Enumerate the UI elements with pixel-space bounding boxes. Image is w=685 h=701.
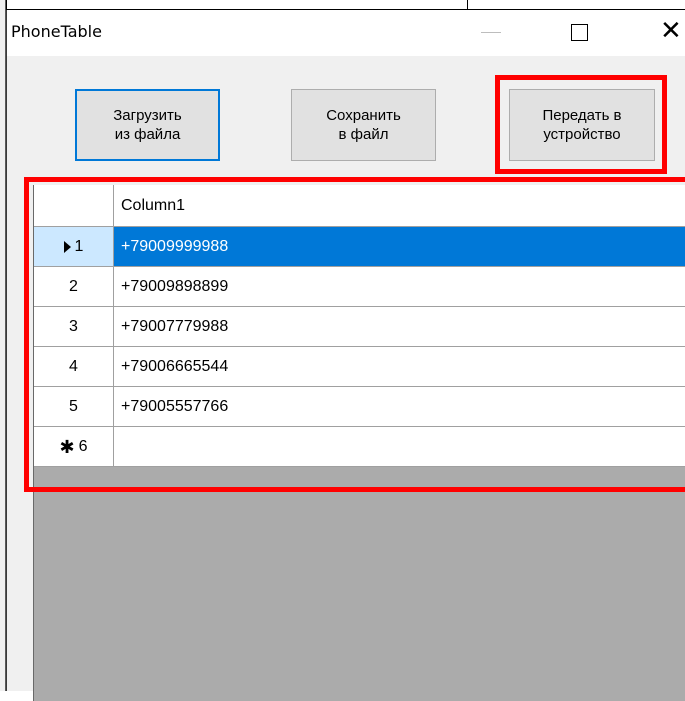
outer-frame-divider xyxy=(467,0,468,10)
save-to-file-label: Сохранить в файл xyxy=(326,107,401,143)
highlight-grid-frame xyxy=(24,177,685,492)
save-to-file-button[interactable]: Сохранить в файл xyxy=(291,89,436,161)
window-title: PhoneTable xyxy=(11,22,102,41)
phonetable-window: PhoneTable ✕ Загрузить из файла Сохранит… xyxy=(6,10,685,701)
outer-frame-divider xyxy=(6,0,7,10)
close-icon[interactable]: ✕ xyxy=(660,18,682,44)
title-bar[interactable]: PhoneTable ✕ xyxy=(7,10,685,56)
maximize-icon[interactable] xyxy=(571,24,588,41)
load-from-file-button[interactable]: Загрузить из файла xyxy=(75,89,220,161)
load-from-file-label: Загрузить из файла xyxy=(113,107,182,143)
outer-frame-top xyxy=(0,0,685,10)
highlight-send-button-frame xyxy=(495,75,667,174)
minimize-icon[interactable] xyxy=(481,32,501,33)
